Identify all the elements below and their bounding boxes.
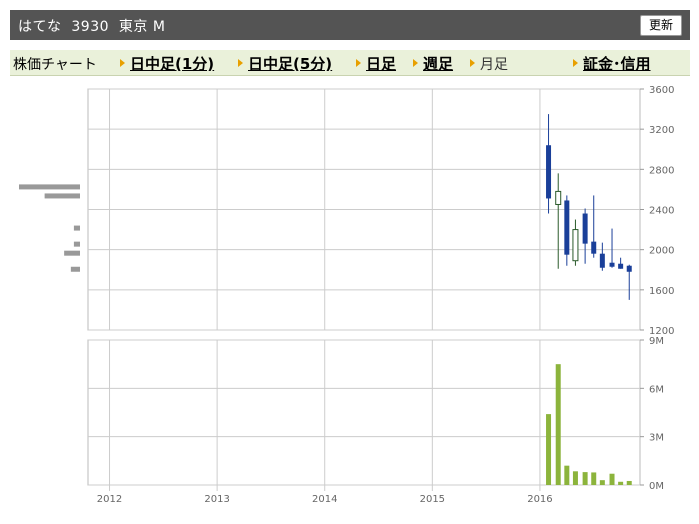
volume-profile-bar	[70, 266, 80, 272]
price-tick-label: 3200	[649, 125, 674, 136]
volume-profile-bar	[73, 241, 80, 247]
tab-intraday-1min[interactable]: 日中足(1分)	[130, 53, 214, 74]
volume-bar	[572, 471, 578, 485]
tab-monthly-current: 月足	[480, 57, 508, 73]
arrow-icon	[573, 59, 578, 67]
volume-tick-label: 6M	[649, 384, 664, 395]
candle-body-up	[555, 190, 562, 205]
price-tick-label: 2800	[649, 165, 674, 176]
tab-intraday-5min[interactable]: 日中足(5分)	[248, 53, 332, 74]
chart-type-label: 株価チャート	[13, 57, 97, 73]
arrow-icon	[238, 59, 243, 67]
stock-title: はてな 3930 東京 M	[18, 19, 166, 35]
volume-bar	[599, 480, 605, 485]
candle-body-down	[626, 265, 632, 272]
candle-body-down	[582, 213, 588, 244]
volume-bar	[582, 472, 588, 485]
volume-tick-label: 3M	[649, 433, 664, 444]
volume-profile-bar	[64, 250, 80, 256]
tab-weekly[interactable]: 週足	[423, 53, 453, 74]
price-tick-label: 3600	[649, 85, 674, 96]
tab-daily[interactable]: 日足	[366, 53, 396, 74]
arrow-icon	[120, 59, 125, 67]
volume-tick-label: 0M	[649, 481, 664, 492]
tab-margin-credit[interactable]: 証金･信用	[583, 53, 651, 74]
candle-body-down	[564, 200, 570, 255]
volume-profile-bar	[19, 184, 80, 190]
stock-chart: 3600320028002400200016001200 9M6M3M0M201…	[19, 85, 674, 505]
price-tick-label: 2400	[649, 206, 674, 217]
candle-body-down	[591, 241, 597, 254]
volume-bar	[564, 465, 570, 485]
year-tick-label: 2012	[97, 494, 122, 505]
price-tick-label: 1600	[649, 286, 674, 297]
year-tick-label: 2015	[420, 494, 445, 505]
volume-tick-label: 9M	[649, 336, 664, 347]
price-panel: 3600320028002400200016001200	[19, 85, 674, 337]
volume-bar	[618, 481, 624, 485]
volume-profile-bar	[44, 193, 80, 199]
candle-body-down	[618, 263, 624, 269]
price-tick-label: 2000	[649, 246, 674, 257]
arrow-icon	[356, 59, 361, 67]
volume-bar	[609, 473, 615, 485]
candle-body-down	[609, 262, 615, 267]
header-bar: はてな 3930 東京 M 更新	[10, 10, 690, 40]
candle-body-down	[546, 145, 552, 199]
arrow-icon	[413, 59, 418, 67]
volume-bar	[555, 364, 561, 485]
candle-body-down	[599, 253, 605, 268]
chart-tab-bar: 株価チャート 日中足(1分) 日中足(5分) 日足 週足 月足 証金･信用	[10, 50, 690, 76]
year-tick-label: 2014	[312, 494, 337, 505]
refresh-button[interactable]: 更新	[640, 15, 682, 36]
volume-bar	[546, 414, 552, 485]
volume-bar	[626, 480, 632, 485]
candle-body-up	[572, 229, 579, 262]
volume-bar	[591, 472, 597, 485]
year-tick-label: 2016	[527, 494, 552, 505]
arrow-icon	[470, 59, 475, 67]
volume-profile-bar	[73, 225, 80, 231]
volume-panel: 9M 6M 3M 0M 2012 2013 2014 2015 2016	[87, 336, 664, 505]
year-tick-label: 2013	[204, 494, 229, 505]
